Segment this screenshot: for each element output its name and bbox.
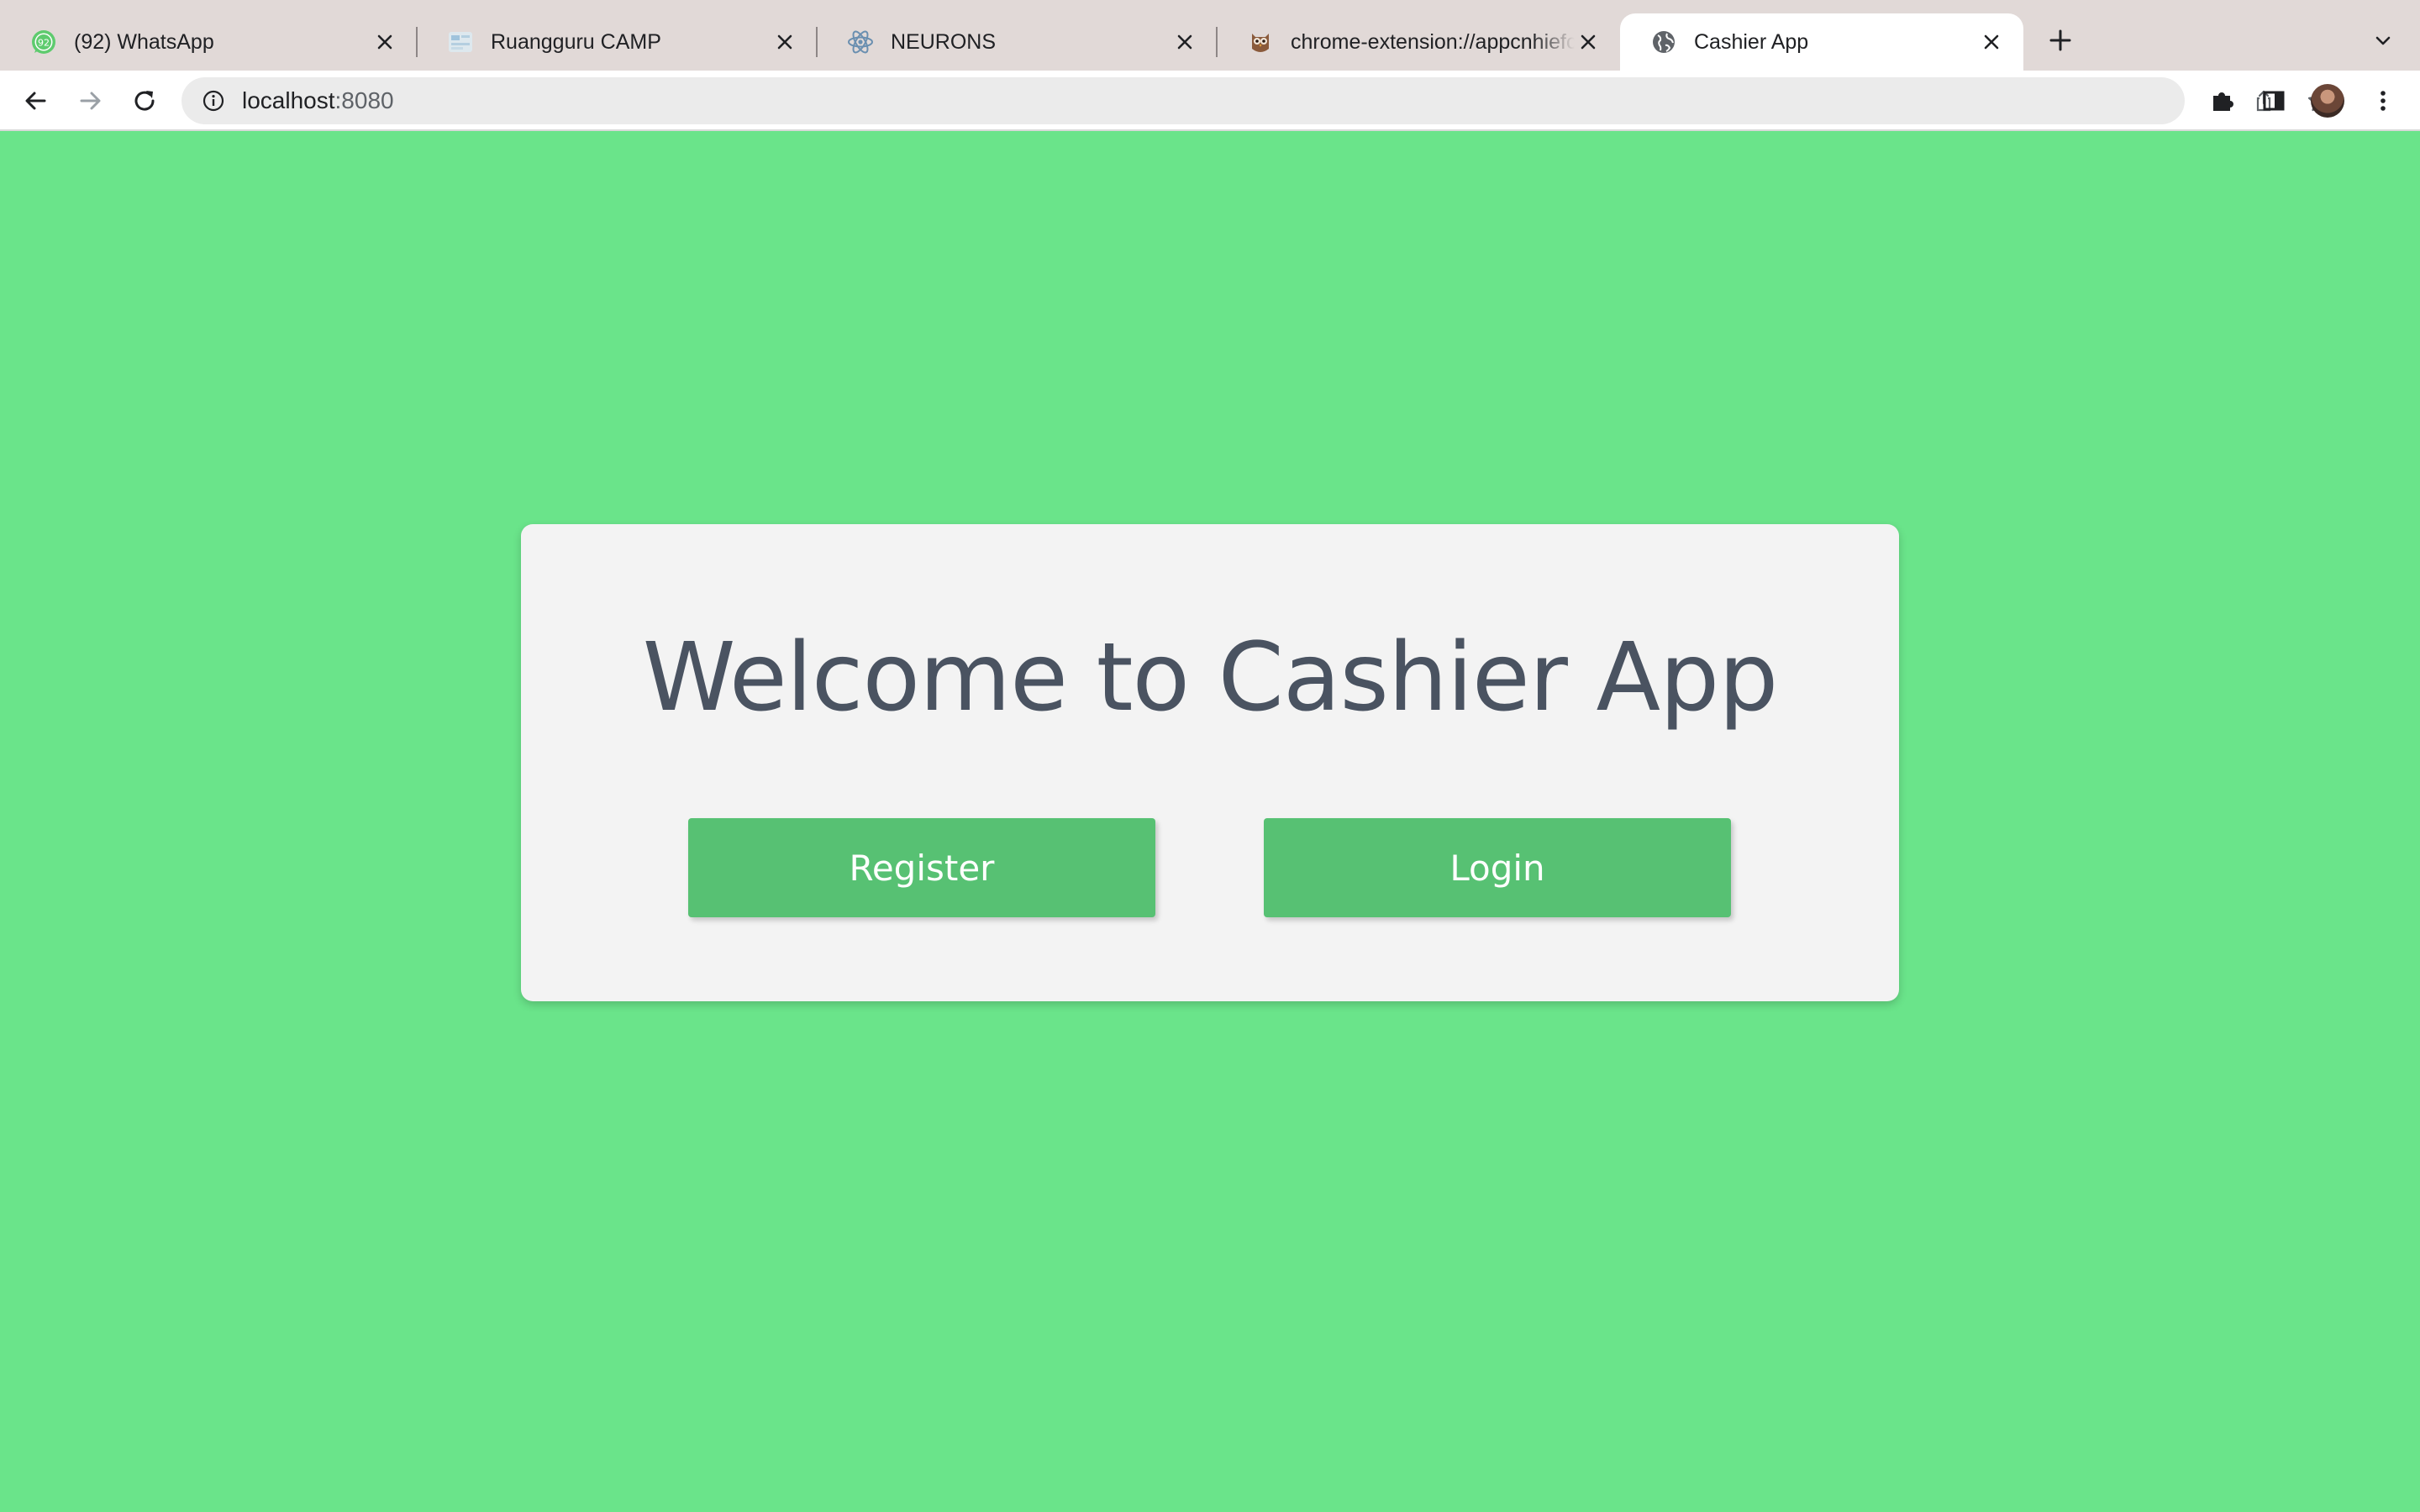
tab-neurons[interactable]: NEURONS bbox=[817, 13, 1217, 71]
close-icon[interactable] bbox=[1978, 29, 2005, 55]
plus-icon bbox=[2049, 29, 2071, 51]
profile-avatar[interactable] bbox=[2311, 84, 2344, 118]
tab-title: Ruangguru CAMP bbox=[491, 29, 661, 54]
page-title: Welcome to Cashier App bbox=[642, 623, 1779, 732]
tab-title: Cashier App bbox=[1694, 29, 1809, 54]
back-button[interactable] bbox=[17, 82, 54, 119]
tab-strip: 92 (92) WhatsApp Ruangguru CAMP NEURONS … bbox=[0, 0, 2420, 71]
tab-whatsapp[interactable]: 92 (92) WhatsApp bbox=[0, 13, 417, 71]
arrow-right-icon bbox=[80, 92, 101, 110]
tab-title: chrome-extension://appcnhiefcidclcdjeahg… bbox=[1291, 29, 1575, 54]
arrow-left-icon bbox=[25, 92, 46, 110]
browser-window: 92 (92) WhatsApp Ruangguru CAMP NEURONS … bbox=[0, 0, 2420, 1512]
tab-ruangguru-camp[interactable]: Ruangguru CAMP bbox=[417, 13, 817, 71]
browser-toolbar: localhost:8080 bbox=[0, 71, 2420, 131]
side-panel-button[interactable] bbox=[2255, 82, 2292, 119]
whatsapp-icon: 92 bbox=[30, 29, 57, 55]
new-tab-button[interactable] bbox=[2042, 22, 2079, 59]
extensions-button[interactable] bbox=[2203, 82, 2240, 119]
owl-icon bbox=[1247, 29, 1274, 55]
react-atom-icon bbox=[847, 29, 874, 55]
reload-button[interactable] bbox=[126, 82, 163, 119]
info-icon[interactable] bbox=[200, 87, 227, 114]
close-icon[interactable] bbox=[1575, 29, 1602, 55]
tab-cashier-app[interactable]: Cashier App bbox=[1620, 13, 2023, 71]
close-icon[interactable] bbox=[371, 29, 398, 55]
tab-title: (92) WhatsApp bbox=[74, 29, 214, 54]
register-button[interactable]: Register bbox=[688, 818, 1155, 917]
url-port: :8080 bbox=[334, 87, 394, 113]
chevron-down-icon bbox=[2375, 36, 2391, 45]
reload-icon bbox=[134, 91, 155, 111]
tab-title: NEURONS bbox=[891, 29, 997, 54]
welcome-card: Welcome to Cashier App Register Login bbox=[521, 524, 1899, 1001]
address-bar[interactable]: localhost:8080 bbox=[182, 77, 2331, 124]
url-host: localhost bbox=[242, 87, 335, 113]
globe-icon bbox=[1650, 29, 1677, 55]
tab-search-button[interactable] bbox=[2368, 25, 2398, 55]
whatsapp-badge: 92 bbox=[38, 38, 50, 49]
url-text: localhost:8080 bbox=[242, 87, 394, 114]
page-viewport: Welcome to Cashier App Register Login bbox=[0, 131, 2420, 1512]
forward-button[interactable] bbox=[72, 82, 109, 119]
ruangguru-icon bbox=[447, 29, 474, 55]
puzzle-icon bbox=[2213, 92, 2233, 111]
side-panel-icon bbox=[2263, 91, 2285, 111]
login-button[interactable]: Login bbox=[1264, 818, 1731, 917]
more-vertical-icon bbox=[2381, 91, 2386, 111]
close-icon[interactable] bbox=[1171, 29, 1198, 55]
close-icon[interactable] bbox=[771, 29, 798, 55]
tab-chrome-extension[interactable]: chrome-extension://appcnhiefcidclcdjeahg… bbox=[1217, 13, 1620, 71]
menu-button[interactable] bbox=[2365, 82, 2402, 119]
